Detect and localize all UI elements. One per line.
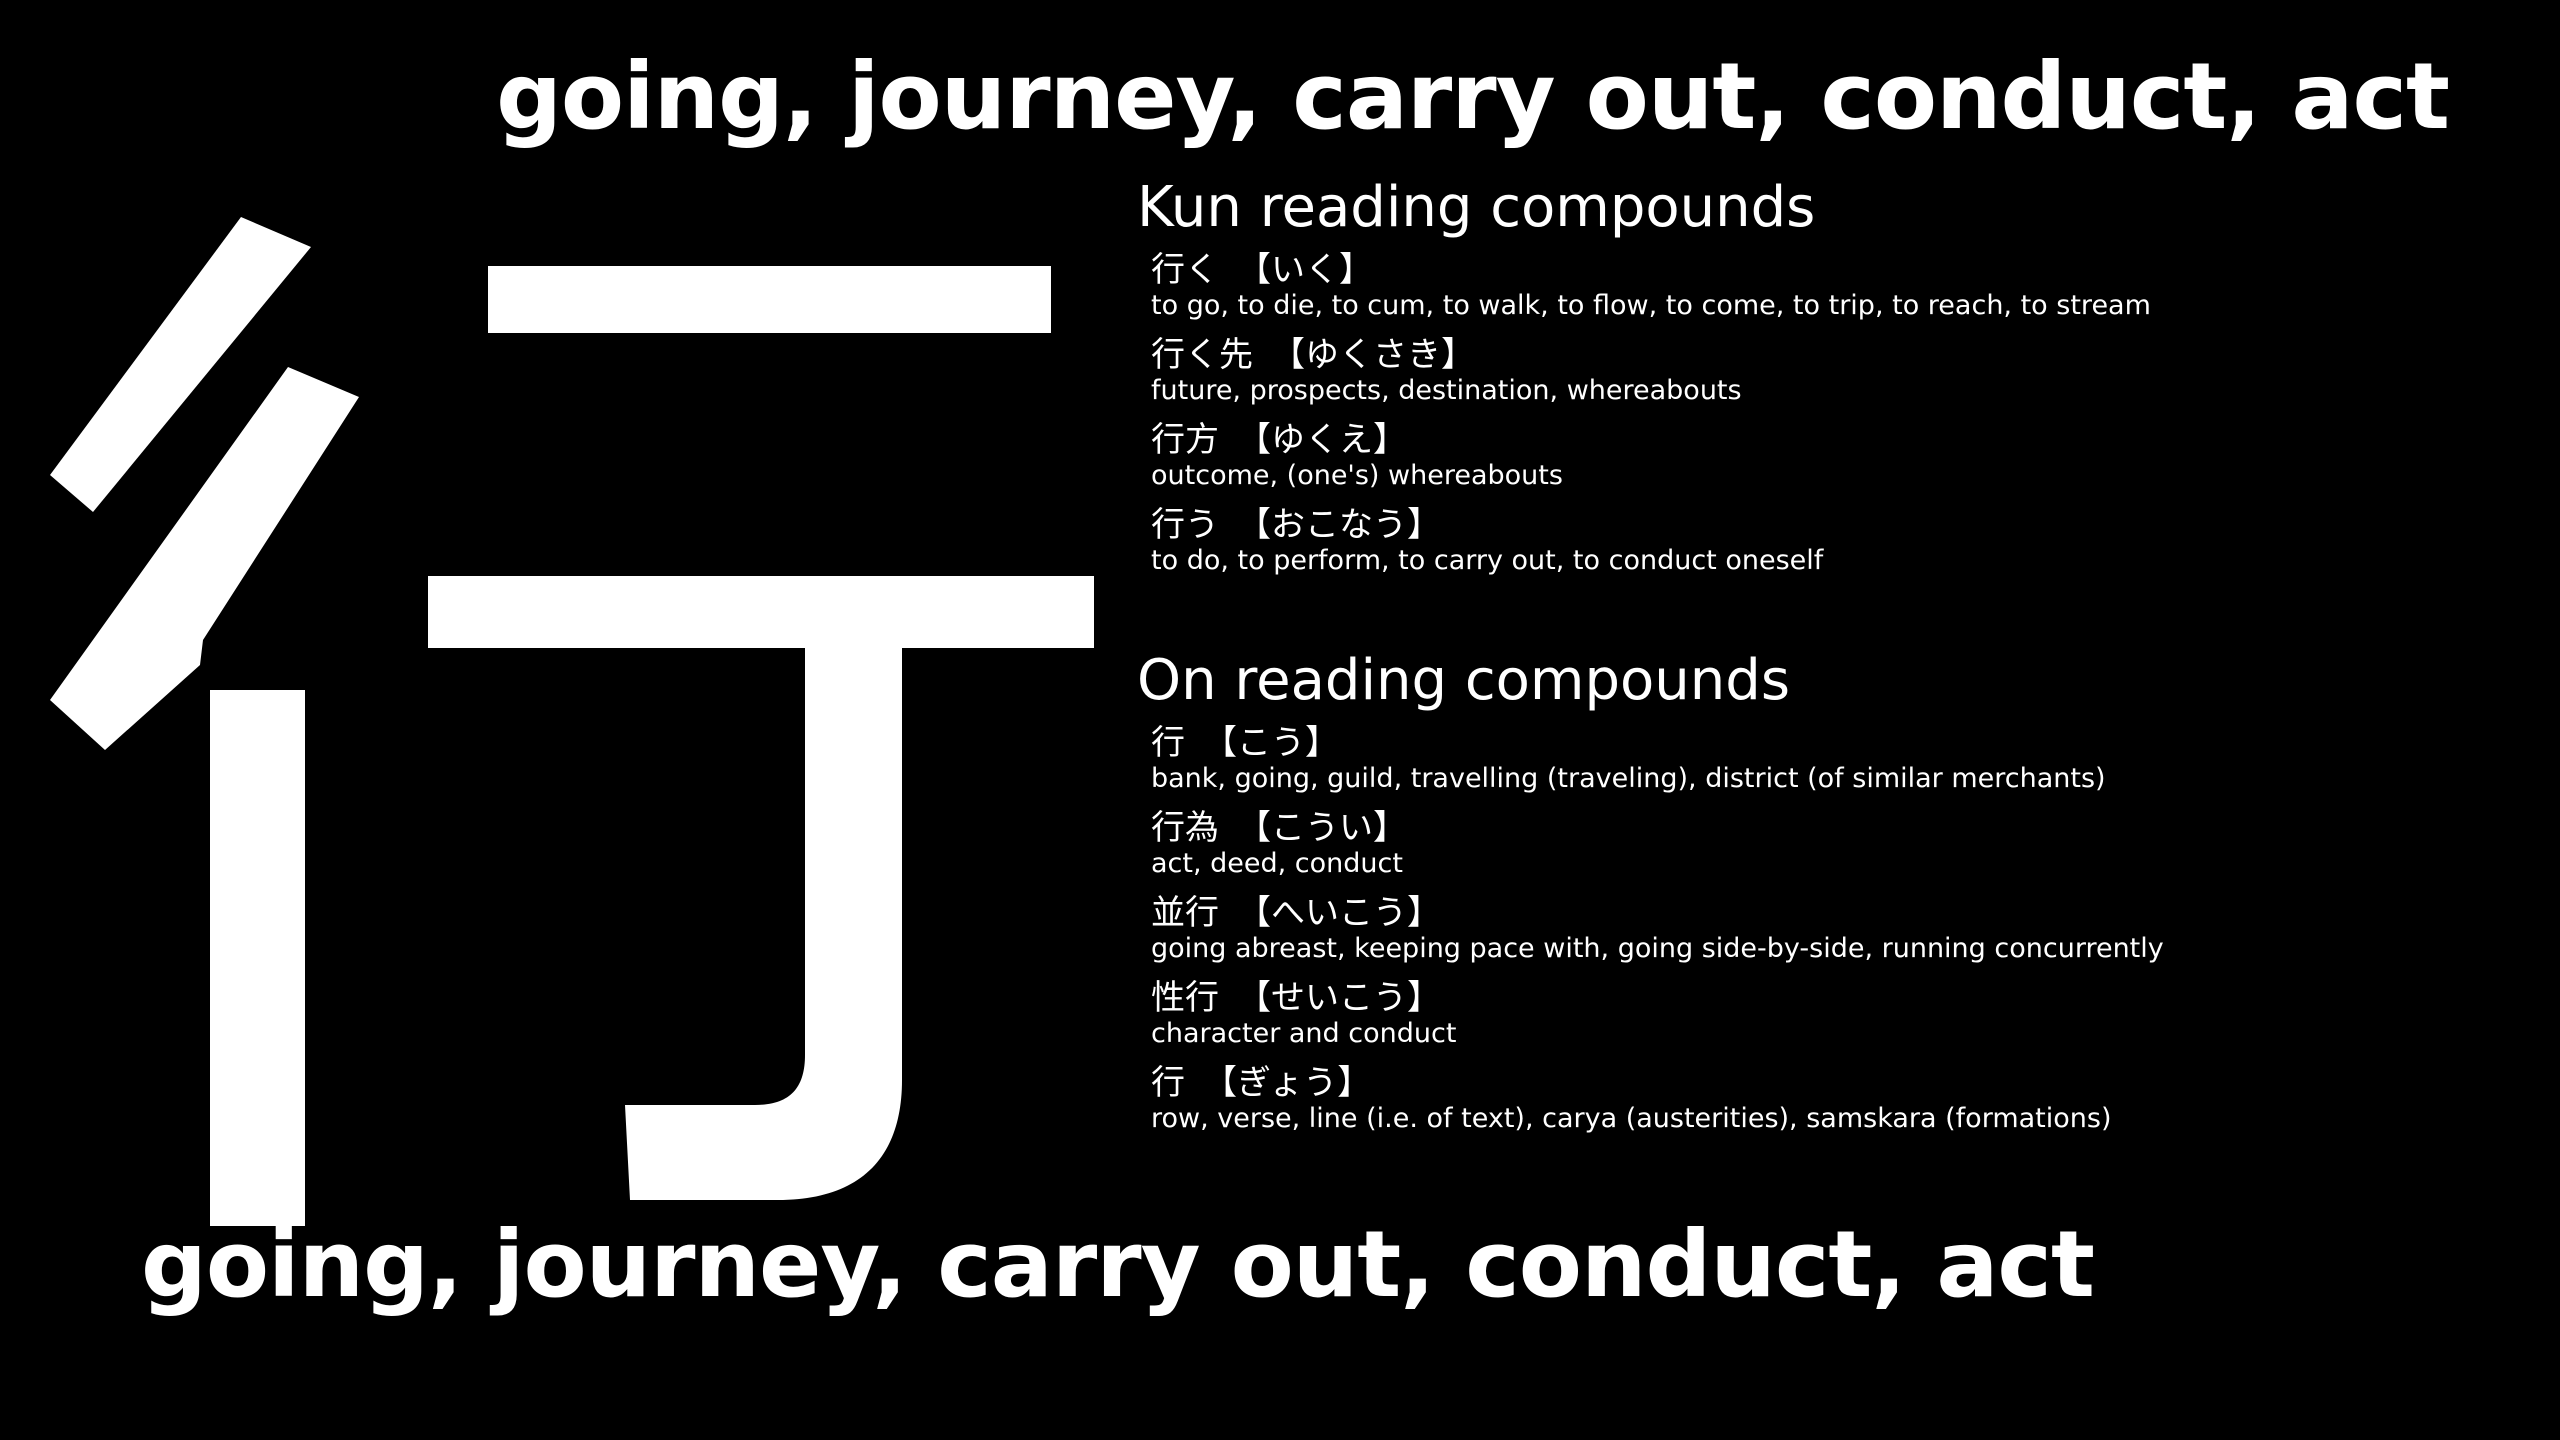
on-entry-word: 行	[1151, 723, 1185, 763]
kun-entry: 行く先 【ゆくさき】 future, prospects, destination…	[1151, 335, 2537, 407]
kun-entry: 行く 【いく】 to go, to die, to cum, to walk, t…	[1151, 250, 2537, 322]
kanji-glyph	[10, 190, 1120, 1230]
on-entry: 並行 【へいこう】 going abreast, keeping pace wit…	[1151, 893, 2537, 965]
on-entry-reading: 【へいこう】	[1237, 893, 1441, 933]
kun-entry-word: 行う	[1151, 505, 1219, 545]
on-entry-word: 行為	[1151, 808, 1219, 848]
kun-entry-reading: 【ゆくえ】	[1237, 420, 1407, 460]
on-entry-word: 並行	[1151, 893, 1219, 933]
on-entry-definition: going abreast, keeping pace with, going …	[1151, 933, 2164, 964]
kun-entry-definition: outcome, (one's) whereabouts	[1151, 460, 1563, 491]
kun-entry-definition: to go, to die, to cum, to walk, to flow,…	[1151, 290, 2151, 321]
kun-entry-definition: future, prospects, destination, whereabo…	[1151, 375, 1742, 406]
on-entry-reading: 【ぎょう】	[1203, 1063, 1372, 1103]
on-entry-heading: 性行 【せいこう】	[1151, 978, 2537, 1018]
kanji-drawing	[50, 217, 1094, 1226]
kun-entry-definition: to do, to perform, to carry out, to cond…	[1151, 545, 1824, 576]
on-section-title: On reading compounds	[1137, 648, 1790, 713]
on-entry-word: 行	[1151, 1063, 1185, 1103]
kun-entry-heading: 行う 【おこなう】	[1151, 505, 2537, 545]
on-entry: 行為 【こうい】 act, deed, conduct	[1151, 808, 2537, 880]
on-entry: 性行 【せいこう】 character and conduct	[1151, 978, 2537, 1050]
kun-entry-reading: 【ゆくさき】	[1271, 335, 1475, 375]
kun-entry-word: 行方	[1151, 420, 1219, 460]
on-entry-heading: 並行 【へいこう】	[1151, 893, 2537, 933]
meaning-title-top: going, journey, carry out, conduct, act	[496, 43, 2450, 150]
meaning-title-bottom: going, journey, carry out, conduct, act	[141, 1211, 2095, 1318]
on-entry-word: 性行	[1151, 978, 1219, 1018]
on-entry-definition: bank, going, guild, travelling (travelin…	[1151, 763, 2106, 794]
kun-entry-heading: 行方 【ゆくえ】	[1151, 420, 2537, 460]
kun-reading-panel: Kun reading compounds 行く 【いく】 to go, to d…	[1137, 172, 2537, 590]
on-entry-heading: 行【ぎょう】	[1151, 1063, 2537, 1103]
on-entry-heading: 行為 【こうい】	[1151, 808, 2537, 848]
kun-entry: 行う 【おこなう】 to do, to perform, to carry out…	[1151, 505, 2537, 577]
kun-entry: 行方 【ゆくえ】 outcome, (one's) whereabouts	[1151, 420, 2537, 492]
kun-entry-word: 行く先	[1151, 335, 1253, 375]
kun-entry-heading: 行く 【いく】	[1151, 250, 2537, 290]
kun-entry-reading: 【おこなう】	[1237, 505, 1441, 545]
kun-entry-heading: 行く先 【ゆくさき】	[1151, 335, 2537, 375]
kun-section-title: Kun reading compounds	[1137, 175, 1816, 240]
on-entry-reading: 【こうい】	[1237, 808, 1407, 848]
on-reading-panel: On reading compounds 行【こう】 bank, going, …	[1137, 645, 2537, 1148]
on-entry: 行【こう】 bank, going, guild, travelling (tr…	[1151, 723, 2537, 795]
kun-entry-word: 行く	[1151, 250, 1219, 290]
on-entry-definition: row, verse, line (i.e. of text), carya (…	[1151, 1103, 2112, 1134]
on-entry-heading: 行【こう】	[1151, 723, 2537, 763]
kun-entry-reading: 【いく】	[1237, 250, 1373, 290]
on-entry-reading: 【せいこう】	[1237, 978, 1441, 1018]
on-entry: 行【ぎょう】 row, verse, line (i.e. of text), …	[1151, 1063, 2537, 1135]
on-entry-definition: character and conduct	[1151, 1018, 1457, 1049]
on-entry-reading: 【こう】	[1203, 723, 1339, 763]
on-entry-definition: act, deed, conduct	[1151, 848, 1403, 879]
